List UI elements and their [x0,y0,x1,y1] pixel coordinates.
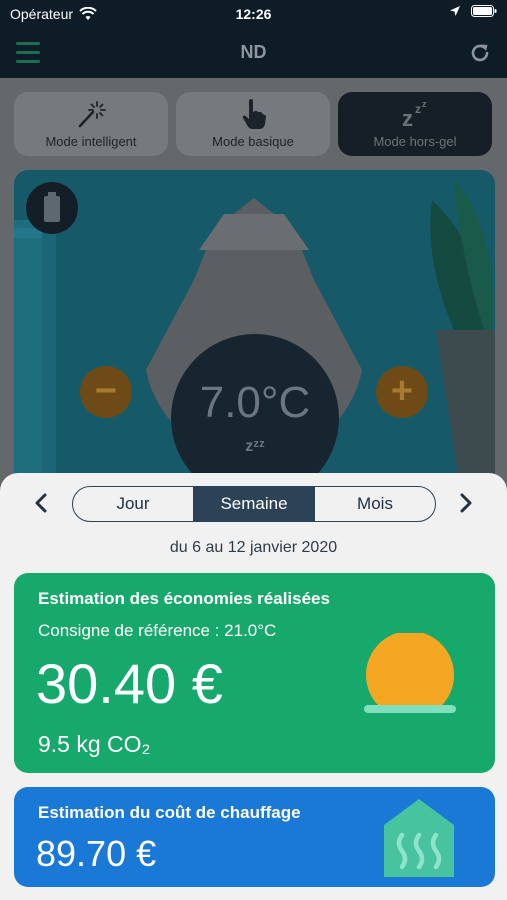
increase-temperature-button[interactable]: + [376,366,428,418]
battery-level-icon[interactable] [26,182,78,234]
mode-label: Mode basique [212,134,294,149]
status-bar: Opérateur 12:26 [0,0,507,30]
main-content: Mode intelligent Mode basique z z z Mode… [0,78,507,900]
chevron-left-icon[interactable] [30,491,54,515]
heating-cost-card: Estimation du coût de chauffage 89.70 € [14,787,495,887]
sleep-zzz-icon: z z z [402,99,427,130]
tab-mois[interactable]: Mois [314,487,435,521]
period-segmented-control: Jour Semaine Mois [72,486,436,522]
mode-hors-gel-button[interactable]: z z z Mode hors-gel [338,92,492,156]
savings-card: Estimation des économies réalisées Consi… [14,573,495,773]
heating-cost-title: Estimation du coût de chauffage [38,803,301,822]
refresh-icon[interactable] [467,40,493,66]
battery-status-icon [471,5,497,17]
mode-label: Mode hors-gel [373,134,457,149]
savings-sheet: Jour Semaine Mois du 6 au 12 janvier 202… [0,473,507,900]
decrease-temperature-button[interactable]: − [80,366,132,418]
savings-title: Estimation des économies réalisées [38,589,330,608]
heating-cost-amount: 89.70 € [36,833,157,874]
tab-semaine[interactable]: Semaine [193,487,314,521]
thermostat-scene: − 7.0°C zᶻᶻ + [14,170,495,500]
nav-bar: ND [0,30,507,78]
savings-amount: 30.40 € [36,652,223,715]
period-range: du 6 au 12 janvier 2020 [169,539,338,556]
frost-mode-symbol: zᶻᶻ [245,438,265,455]
house-heat-icon [384,799,454,877]
svg-text:z: z [415,102,421,116]
page-title: ND [240,42,267,62]
chevron-right-icon[interactable] [453,491,477,515]
mode-basique-button[interactable]: Mode basique [176,92,330,156]
location-arrow-icon [450,6,460,16]
hand-pointer-icon [242,99,266,129]
mode-intelligent-button[interactable]: Mode intelligent [14,92,168,156]
reference-setpoint: Consigne de référence : 21.0°C [38,621,277,640]
sunset-icon [362,633,462,723]
svg-text:z: z [402,106,413,130]
tab-jour[interactable]: Jour [73,487,193,521]
temperature-value: 7.0°C [199,378,311,427]
clock: 12:26 [235,6,272,22]
mode-label: Mode intelligent [45,134,137,149]
co2-savings: 9.5 kg CO₂ [38,731,151,757]
magic-wand-icon [78,101,106,128]
svg-text:z: z [422,99,427,109]
